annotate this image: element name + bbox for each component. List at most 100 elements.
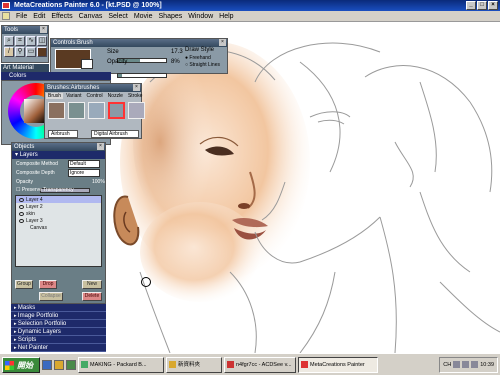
secondary-color-swatch[interactable] bbox=[81, 59, 93, 69]
brushes-close-icon[interactable]: × bbox=[133, 84, 140, 91]
layer-row[interactable]: Layer 4 bbox=[16, 196, 101, 203]
menu-help[interactable]: Help bbox=[219, 13, 233, 20]
color-swatch-icon[interactable] bbox=[37, 47, 47, 57]
composite-method-label: Composite Method bbox=[16, 161, 58, 167]
tab-nozzle[interactable]: Nozzle bbox=[106, 93, 125, 99]
tab-brush[interactable]: Brush bbox=[46, 93, 64, 99]
maximize-button[interactable]: □ bbox=[477, 1, 487, 10]
lasso-tool-icon[interactable]: ∿ bbox=[26, 36, 36, 46]
painter-app-icon[interactable] bbox=[2, 2, 10, 9]
taskbar-button-acdsee[interactable]: n4fgr7cc - ACDSee v... bbox=[224, 356, 296, 373]
section-masks[interactable]: Masks bbox=[11, 304, 106, 312]
composite-method-select[interactable]: Default bbox=[68, 160, 100, 168]
taskbar-label: MetaCreations Painter bbox=[310, 361, 365, 368]
brush-variant-select[interactable]: Digital Airbrush bbox=[91, 130, 139, 138]
art-materials-header[interactable]: Art Material bbox=[1, 64, 49, 72]
layer-name: Canvas bbox=[30, 224, 47, 231]
opacity-slider[interactable] bbox=[117, 73, 167, 78]
layers-section-header[interactable]: ▾ Layers bbox=[12, 151, 105, 159]
tray-icon-1[interactable] bbox=[453, 361, 461, 368]
layer-row[interactable]: skin bbox=[16, 210, 101, 217]
eraser-tool-icon[interactable]: ▭ bbox=[26, 47, 36, 57]
eyedropper-tool-icon[interactable]: ⚲ bbox=[15, 47, 25, 57]
brush-icon-2[interactable] bbox=[68, 102, 85, 119]
section-selection-portfolio[interactable]: Selection Portfolio bbox=[11, 320, 106, 328]
volume-icon[interactable] bbox=[471, 361, 479, 368]
menu-select[interactable]: Select bbox=[108, 13, 127, 20]
delete-layer-button[interactable]: Delete bbox=[82, 292, 102, 301]
group-button[interactable]: Group bbox=[15, 280, 33, 289]
brush-icon-1[interactable] bbox=[48, 102, 65, 119]
minimize-button[interactable]: _ bbox=[466, 1, 476, 10]
section-scripts[interactable]: Scripts bbox=[11, 336, 106, 344]
app-title-bar: MetaCreations Painter 6.0 - [kt.PSD @ 10… bbox=[0, 0, 500, 11]
straight-lines-radio[interactable]: ○ Straight Lines bbox=[185, 62, 220, 68]
taskbar-button-making[interactable]: MAKING - Packard B... bbox=[78, 356, 164, 373]
window-icon bbox=[81, 360, 88, 368]
quicklaunch-folder-icon[interactable] bbox=[54, 359, 64, 370]
tab-stroke[interactable]: Stroke bbox=[126, 93, 144, 99]
composite-depth-select[interactable]: Ignore bbox=[68, 169, 100, 177]
crop-tool-icon[interactable]: ⌗ bbox=[15, 36, 25, 46]
tab-variant[interactable]: Variant bbox=[64, 93, 83, 99]
visibility-eye-icon[interactable] bbox=[19, 211, 24, 216]
controls-brush-palette: Controls:Brush × Size 17.3 Opacity 8% Dr… bbox=[50, 38, 228, 78]
visibility-eye-icon[interactable] bbox=[19, 197, 24, 202]
menu-shapes[interactable]: Shapes bbox=[159, 13, 183, 20]
layer-row[interactable]: Layer 3 bbox=[16, 217, 101, 224]
tray-icon-2[interactable] bbox=[462, 361, 470, 368]
menu-effects[interactable]: Effects bbox=[51, 13, 72, 20]
selection-tool-icon[interactable]: ◫ bbox=[37, 36, 47, 46]
new-layer-button[interactable]: New bbox=[82, 280, 102, 289]
menu-movie[interactable]: Movie bbox=[134, 13, 153, 20]
quicklaunch-ie-icon[interactable] bbox=[42, 359, 52, 370]
brush-category-select[interactable]: Airbrush bbox=[48, 130, 78, 138]
menu-canvas[interactable]: Canvas bbox=[79, 13, 103, 20]
menu-edit[interactable]: Edit bbox=[33, 13, 45, 20]
tools-close-icon[interactable]: × bbox=[40, 26, 47, 33]
quicklaunch-desktop-icon[interactable] bbox=[66, 359, 76, 370]
windows-flag-icon bbox=[5, 360, 14, 370]
menu-file[interactable]: File bbox=[16, 13, 27, 20]
colors-section-header[interactable]: Colors bbox=[1, 72, 111, 80]
folder-icon bbox=[169, 360, 176, 368]
section-dynamic-layers[interactable]: Dynamic Layers bbox=[11, 328, 106, 336]
layer-opacity-label: Opacity bbox=[16, 179, 33, 185]
layer-name: Layer 4 bbox=[26, 196, 43, 203]
controls-close-icon[interactable]: × bbox=[219, 39, 226, 46]
painter-icon bbox=[301, 360, 308, 368]
acdsee-icon bbox=[227, 360, 234, 368]
draw-style-label: Draw Style bbox=[185, 47, 215, 53]
brushes-palette: Brushes:Airbrushes × Brush Variant Contr… bbox=[44, 83, 145, 139]
brush-icon-5[interactable] bbox=[128, 102, 145, 119]
visibility-eye-icon[interactable] bbox=[19, 218, 24, 223]
objects-close-icon[interactable]: × bbox=[97, 143, 104, 150]
drop-button[interactable]: Drop bbox=[39, 280, 57, 289]
airbrush-icon[interactable] bbox=[108, 102, 125, 119]
menu-window[interactable]: Window bbox=[188, 13, 213, 20]
freehand-radio[interactable]: ● Freehand bbox=[185, 55, 211, 61]
collapse-button[interactable]: Collapse bbox=[39, 292, 63, 301]
start-button[interactable]: 開始 bbox=[2, 356, 40, 373]
layer-opacity-value: 100% bbox=[92, 179, 105, 185]
taskbar-button-painter[interactable]: MetaCreations Painter bbox=[298, 356, 378, 373]
tools-palette: Tools × ⌕ ⌗ ∿ ◫ / ⚲ ▭ bbox=[1, 25, 49, 63]
taskbar: 開始 MAKING - Packard B... 新資料夾 n4fgr7cc -… bbox=[0, 353, 500, 375]
brush-tool-icon[interactable]: / bbox=[4, 47, 14, 57]
layer-row[interactable]: Canvas bbox=[16, 224, 101, 231]
brush-icon-3[interactable] bbox=[88, 102, 105, 119]
composite-depth-label: Composite Depth bbox=[16, 170, 55, 176]
layer-name: Layer 2 bbox=[26, 203, 43, 210]
section-image-portfolio[interactable]: Image Portfolio bbox=[11, 312, 106, 320]
tab-control[interactable]: Control bbox=[85, 93, 105, 99]
close-button[interactable]: × bbox=[488, 1, 498, 10]
document-icon[interactable] bbox=[2, 12, 10, 20]
language-indicator[interactable]: CH bbox=[443, 362, 451, 368]
magnifier-tool-icon[interactable]: ⌕ bbox=[4, 36, 14, 46]
section-net-painter[interactable]: Net Painter bbox=[11, 344, 106, 352]
taskbar-button-folder[interactable]: 新資料夾 bbox=[166, 356, 222, 373]
saturation-value-triangle[interactable] bbox=[24, 99, 46, 123]
layer-row[interactable]: Layer 2 bbox=[16, 203, 101, 210]
visibility-eye-icon[interactable] bbox=[19, 204, 24, 209]
preserve-transparency-checkbox[interactable]: ☐ Preserve Transparency bbox=[16, 187, 74, 193]
